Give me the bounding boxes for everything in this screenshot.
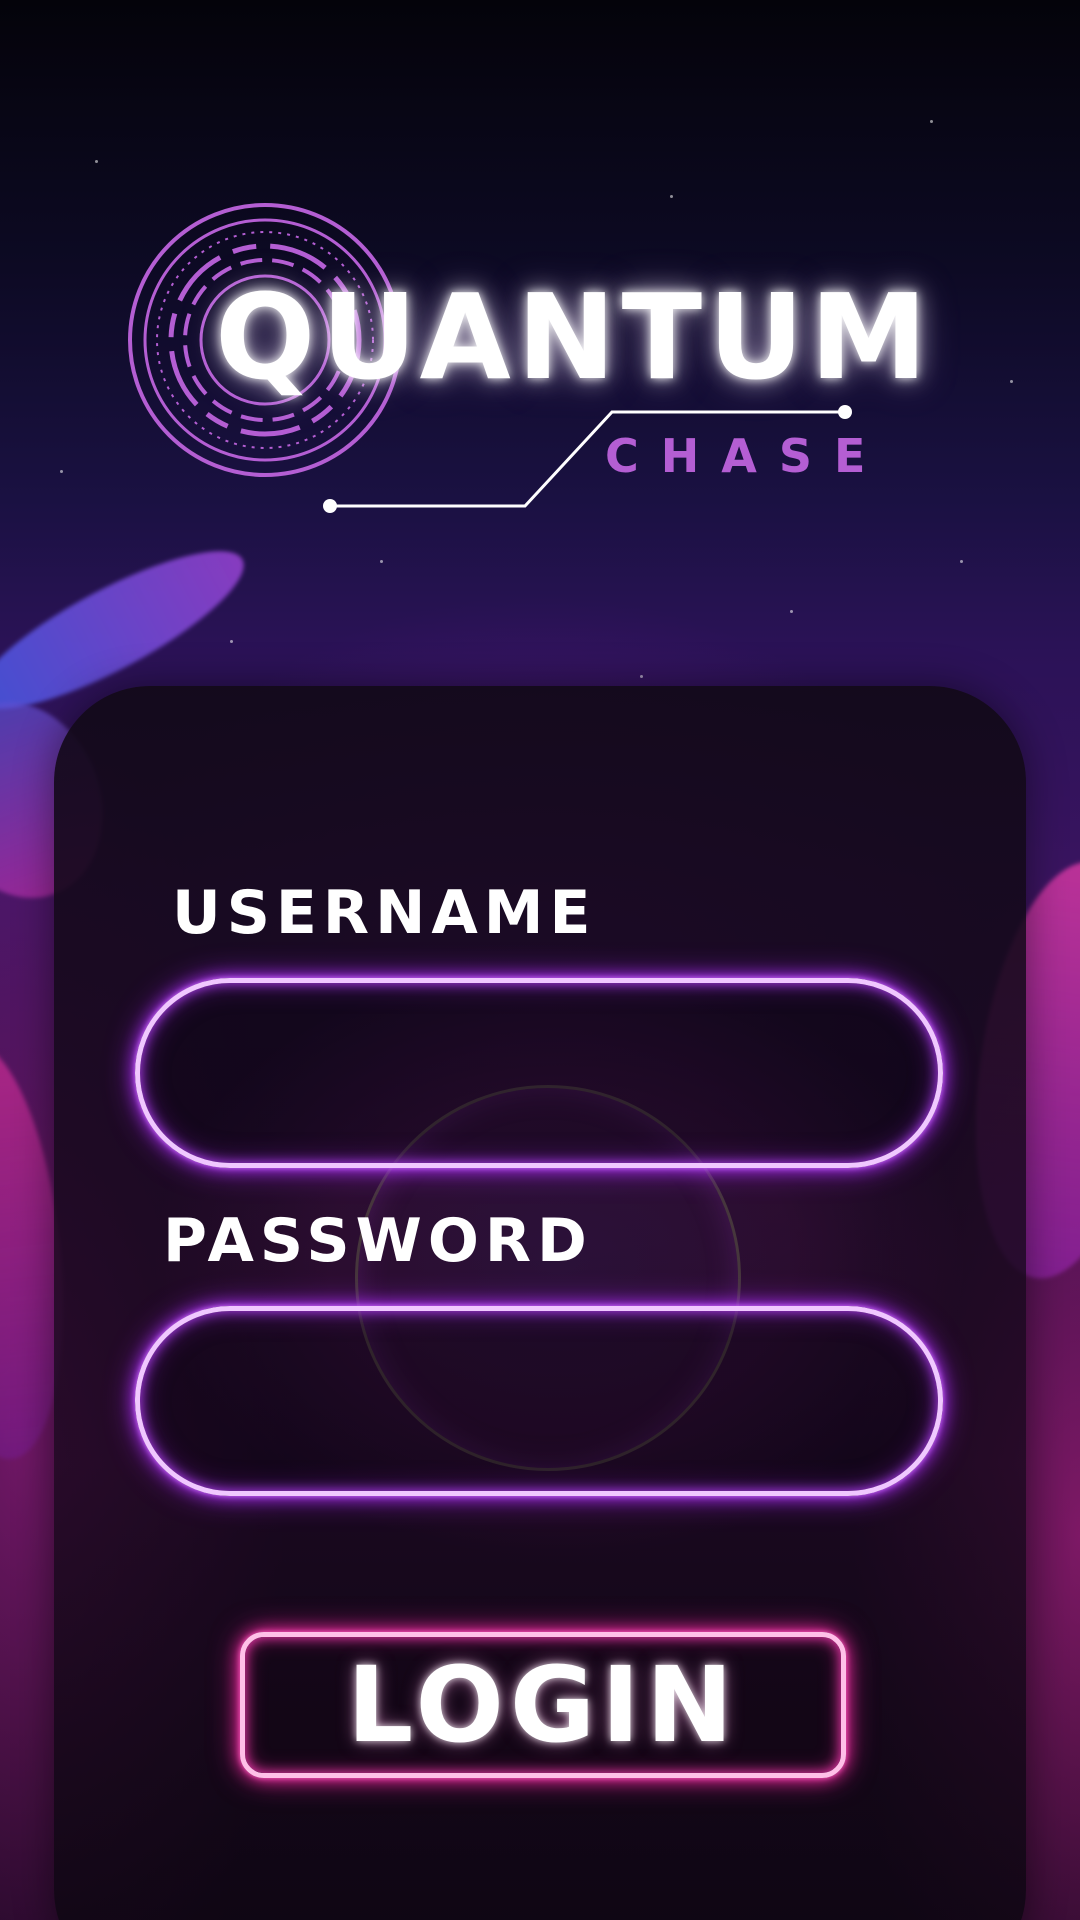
background-star xyxy=(640,675,643,678)
background-star xyxy=(790,610,793,613)
login-button[interactable]: LOGIN xyxy=(240,1632,846,1778)
login-screen: QUANTUM CHASE USERNAME PASSWORD LOGIN xyxy=(0,0,1080,1920)
background-star xyxy=(960,560,963,563)
password-input[interactable] xyxy=(135,1306,943,1496)
username-input[interactable] xyxy=(135,978,943,1168)
game-logo: QUANTUM CHASE xyxy=(0,0,1080,560)
login-button-label: LOGIN xyxy=(346,1644,740,1766)
background-star xyxy=(230,640,233,643)
username-label: USERNAME xyxy=(172,878,597,948)
background-star xyxy=(380,560,383,563)
logo-title: QUANTUM xyxy=(215,268,934,406)
password-label: PASSWORD xyxy=(163,1206,593,1276)
logo-subtitle: CHASE xyxy=(605,429,888,483)
